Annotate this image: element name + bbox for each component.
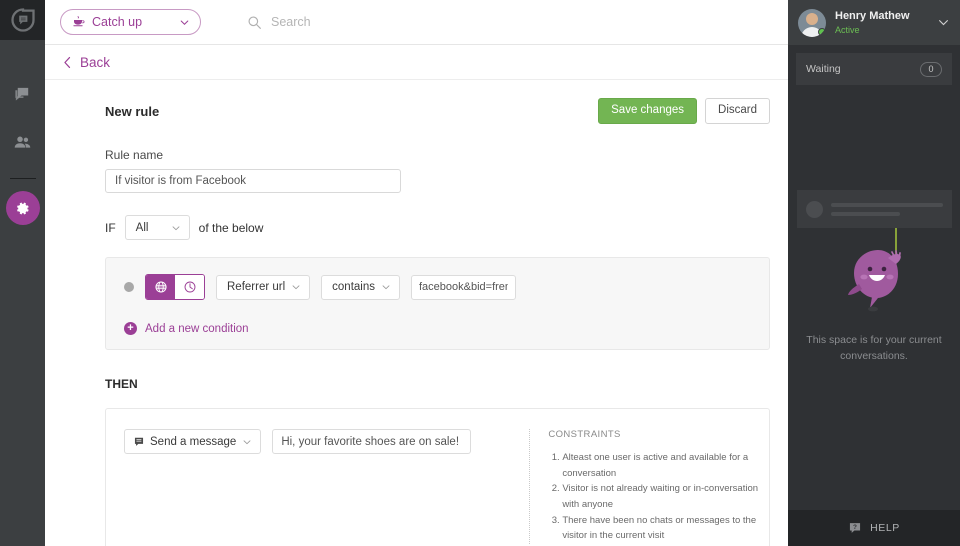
help-button[interactable]: ? HELP [788,510,960,546]
placeholder-conversation-card [797,190,952,228]
app-root: Catch up Back [0,0,960,546]
rail-divider [9,178,36,179]
chevron-left-icon [64,56,71,68]
sidebar-item-chats[interactable] [0,70,45,118]
back-bar: Back [45,45,788,80]
if-label: IF [105,220,116,235]
left-rail [0,0,45,546]
rule-name-input[interactable] [105,169,401,193]
help-bubble-icon: ? [850,523,861,533]
then-action-row: Send a message [106,429,472,544]
placeholder-lines [831,202,943,216]
constraint-item: Visitor is not already waiting or in-con… [562,481,769,512]
globe-icon [154,281,167,293]
conditions-card: Referrer url contains + [105,257,770,350]
match-type-value: All [135,221,149,234]
save-changes-button[interactable]: Save changes [598,98,698,124]
condition-field-value: Referrer url [227,281,286,293]
placeholder-avatar [806,200,823,218]
rail-nav [0,40,45,225]
visitors-people-icon [14,136,31,148]
condition-field-select[interactable]: Referrer url [216,274,311,300]
action-select[interactable]: Send a message [124,429,262,454]
sidebar-item-visitors[interactable] [0,118,45,166]
svg-text:?: ? [853,524,857,531]
add-condition-button[interactable]: + Add a new condition [106,300,769,335]
page-title: New rule [105,103,160,119]
of-the-below-label: of the below [198,220,264,235]
user-meta: Henry Mathew Active [835,9,928,36]
user-menu[interactable]: Henry Mathew Active [788,0,960,45]
chevron-down-icon [382,285,390,290]
waiting-count-badge: 0 [920,61,942,77]
rule-header: New rule Save changes Discard [45,96,788,126]
app-logo[interactable] [0,0,45,40]
clock-icon [184,281,195,293]
drag-handle[interactable] [124,282,134,292]
chevron-down-icon [292,285,300,290]
catch-up-dropdown[interactable]: Catch up [60,9,201,35]
empty-state: This space is for your current conversat… [788,85,960,510]
add-condition-label: Add a new condition [145,322,249,335]
search-input[interactable] [271,15,491,29]
header-actions: Save changes Discard [598,98,770,124]
waiting-label: Waiting [806,63,841,75]
search-icon [248,16,261,29]
chevron-down-icon [172,225,180,230]
avatar [798,8,826,37]
action-value: Send a message [150,435,237,448]
condition-row: Referrer url contains [106,274,769,300]
then-label: THEN [105,377,138,391]
chevron-down-icon [939,20,948,26]
message-input[interactable] [272,429,472,454]
user-status: Active [835,24,860,35]
if-row: IF All of the below [45,193,788,240]
constraint-item: Alteast one user is active and available… [562,450,769,481]
time-condition-toggle[interactable] [175,275,204,299]
mascot-character-icon [848,228,901,312]
top-bar: Catch up [45,0,788,45]
app-logo-speech-bubble-icon [10,8,35,32]
constraints-block: CONSTRAINTS Alteast one user is active a… [530,429,769,544]
placeholder-line [831,202,943,207]
back-label: Back [80,54,111,70]
chevron-down-icon [243,439,251,444]
placeholder-line [831,211,901,216]
waiting-section[interactable]: Waiting 0 [796,53,952,85]
rule-editor: New rule Save changes Discard Rule name … [45,80,788,546]
constraint-item: There have been no chats or messages to … [562,513,769,544]
online-status-dot [818,27,826,36]
mascot-illustration [788,228,960,320]
gear-icon [16,202,29,214]
search-box[interactable] [247,15,491,30]
condition-value-input[interactable] [411,274,516,300]
constraints-list: Alteast one user is active and available… [548,450,769,544]
message-flag-icon [134,437,144,446]
condition-type-toggle [145,274,205,300]
plus-icon: + [124,322,137,335]
right-panel: Henry Mathew Active Waiting 0 This space… [788,0,960,546]
discard-button[interactable]: Discard [705,98,770,124]
constraints-title: CONSTRAINTS [548,429,621,440]
catch-up-label: Catch up [92,15,143,29]
help-label: HELP [870,522,900,534]
main-column: Catch up Back [45,0,788,546]
match-type-select[interactable]: All [124,215,190,240]
user-name: Henry Mathew [835,10,910,22]
back-button[interactable]: Back [62,55,110,70]
coffee-cup-icon [73,16,85,27]
url-condition-toggle[interactable] [146,275,175,299]
condition-operator-value: contains [332,281,375,293]
chats-icon [15,87,29,100]
chevron-down-icon [180,20,189,25]
avatar-head [806,12,818,25]
sidebar-item-settings[interactable] [5,191,40,225]
rule-name-label: Rule name [105,148,164,162]
empty-state-text: This space is for your current conversat… [806,334,942,362]
condition-operator-select[interactable]: contains [321,274,400,300]
then-card: Send a message CONSTRAINTS Alteast one u… [105,408,770,546]
